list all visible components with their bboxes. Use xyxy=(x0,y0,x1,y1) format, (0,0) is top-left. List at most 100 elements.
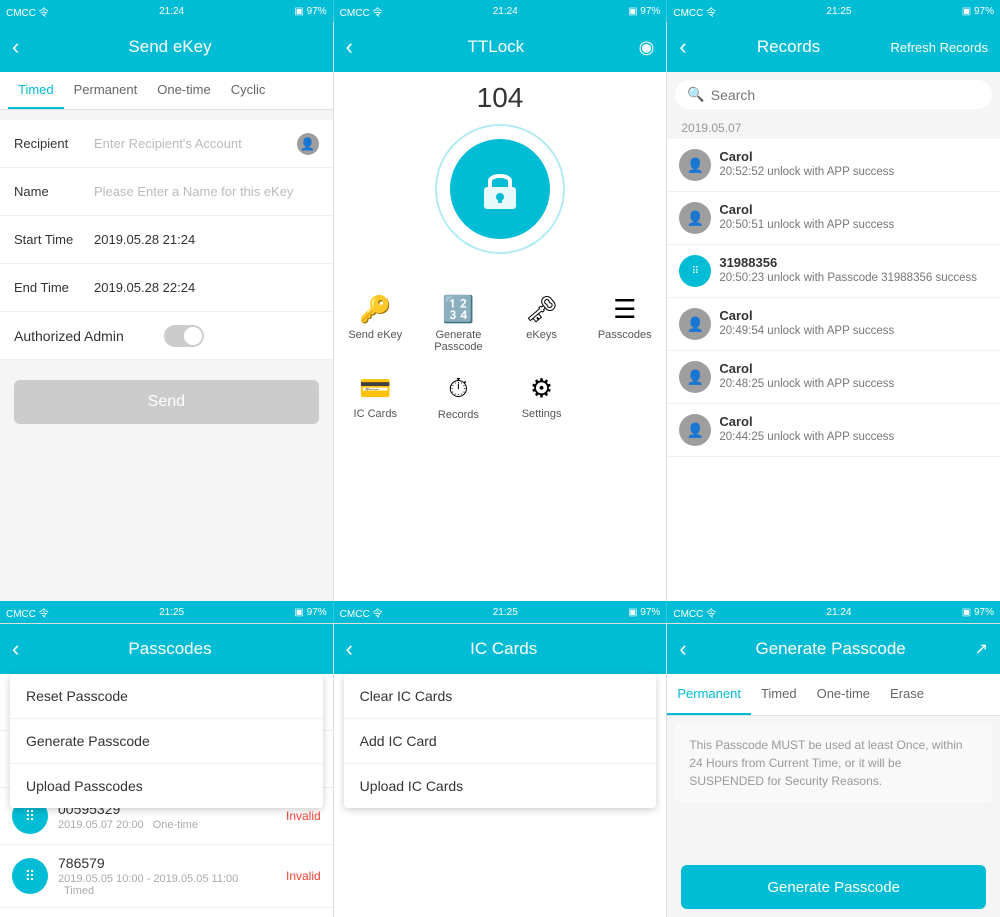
passcode-type: One-time xyxy=(153,819,198,831)
icon-passcodes-label: Passcodes xyxy=(598,329,652,341)
record-name: Carol xyxy=(719,202,894,217)
icon-ic-cards[interactable]: 💳 IC Cards xyxy=(334,363,417,431)
record-detail: 20:50:23 unlock with Passcode 31988356 s… xyxy=(719,272,977,284)
send-ekey-header: ‹ Send eKey xyxy=(0,22,333,72)
record-name: Carol xyxy=(719,361,894,376)
tab-permanent[interactable]: Permanent xyxy=(64,72,148,109)
back-button-1[interactable]: ‹ xyxy=(12,36,19,58)
record-detail: 20:52:52 unlock with APP success xyxy=(719,166,894,178)
tab-onetime[interactable]: One-time xyxy=(147,72,220,109)
tab-cyclic[interactable]: Cyclic xyxy=(221,72,276,109)
upload-passcodes-item[interactable]: Upload Passcodes xyxy=(10,764,323,808)
upload-ic-cards-item[interactable]: Upload IC Cards xyxy=(344,764,657,808)
record-item: 👤 Carol 20:48:25 unlock with APP success xyxy=(667,351,1000,404)
ttlock-header: ‹ TTLock ◉ xyxy=(334,22,667,72)
back-button-2[interactable]: ‹ xyxy=(346,36,353,58)
icon-records[interactable]: ⏱ Records xyxy=(417,363,500,431)
record-detail: 20:48:25 unlock with APP success xyxy=(719,378,894,390)
start-time-value[interactable]: 2019.05.28 21:24 xyxy=(94,232,319,247)
name-row: Name Please Enter a Name for this eKey xyxy=(0,168,333,216)
back-button-3[interactable]: ‹ xyxy=(679,36,686,58)
icon-records-label: Records xyxy=(438,409,479,421)
icon-gen-passcode-label: Generate Passcode xyxy=(423,329,494,353)
passcode-type: Timed xyxy=(64,885,94,897)
status-battery-b3: ▣ 97% xyxy=(962,607,994,618)
record-detail: 20:49:54 unlock with APP success xyxy=(719,325,894,337)
name-placeholder: Please Enter a Name for this eKey xyxy=(94,184,319,199)
gen-tab-onetime[interactable]: One-time xyxy=(807,674,880,715)
ic-cards-header: ‹ IC Cards xyxy=(334,624,667,674)
admin-row: Authorized Admin xyxy=(0,312,333,360)
passcode-meta: 2019.05.07 20:00 One-time xyxy=(58,819,276,831)
record-avatar: 👤 xyxy=(679,202,711,234)
icon-ekeys[interactable]: 🗝 eKeys xyxy=(500,284,583,363)
gen-tab-permanent[interactable]: Permanent xyxy=(667,674,751,715)
ttlock-body: 104 🔑 Send eKey 🔢 xyxy=(334,72,667,601)
share-icon[interactable]: ↗ xyxy=(975,639,988,659)
status-carrier-3: CMCC 令 xyxy=(673,4,716,19)
gen-passcode-tabs: Permanent Timed One-time Erase xyxy=(667,674,1000,716)
icon-send-ekey[interactable]: 🔑 Send eKey xyxy=(334,284,417,363)
icon-settings[interactable]: ⚙ Settings xyxy=(500,363,583,431)
end-time-value[interactable]: 2019.05.28 22:24 xyxy=(94,280,319,295)
record-name: Carol xyxy=(719,149,894,164)
passcode-status: Invalid xyxy=(286,869,321,883)
profile-icon[interactable]: ◉ xyxy=(639,37,655,58)
ttlock-title: TTLock xyxy=(353,37,639,57)
gen-tab-erase[interactable]: Erase xyxy=(880,674,934,715)
icon-settings-label: Settings xyxy=(522,408,562,420)
record-avatar: 👤 xyxy=(679,308,711,340)
end-time-row: End Time 2019.05.28 22:24 xyxy=(0,264,333,312)
back-button-b2[interactable]: ‹ xyxy=(346,638,353,660)
send-button[interactable]: Send xyxy=(14,380,319,424)
record-avatar-passcode: ⠿ xyxy=(679,255,711,287)
reset-passcode-item[interactable]: Reset Passcode xyxy=(10,674,323,719)
records-title: Records xyxy=(687,37,891,57)
recipient-input[interactable] xyxy=(94,136,297,151)
admin-label: Authorized Admin xyxy=(14,328,164,344)
record-name: Carol xyxy=(719,308,894,323)
gen-passcode-notice: This Passcode MUST be used at least Once… xyxy=(675,724,992,802)
record-detail: 20:44:25 unlock with APP success xyxy=(719,431,894,443)
back-button-b1[interactable]: ‹ xyxy=(12,638,19,660)
search-input[interactable] xyxy=(711,87,980,103)
status-battery-b2: ▣ 97% xyxy=(628,607,660,618)
record-item: 👤 Carol 20:49:54 unlock with APP success xyxy=(667,298,1000,351)
status-carrier-2: CMCC 令 xyxy=(340,4,383,19)
status-battery-b1: ▣ 97% xyxy=(294,607,326,618)
passcodes-title: Passcodes xyxy=(19,639,320,659)
icon-passcodes[interactable]: ☰ Passcodes xyxy=(583,284,666,363)
clear-ic-cards-item[interactable]: Clear IC Cards xyxy=(344,674,657,719)
gen-tab-timed[interactable]: Timed xyxy=(751,674,807,715)
passcode-status: Invalid xyxy=(286,809,321,823)
icon-ic-cards-label: IC Cards xyxy=(354,408,397,420)
record-avatar: 👤 xyxy=(679,361,711,393)
ic-dropdown: Clear IC Cards Add IC Card Upload IC Car… xyxy=(344,674,657,808)
lock-circle[interactable] xyxy=(435,124,565,254)
status-time-1: 21:24 xyxy=(159,6,184,17)
icon-generate-passcode[interactable]: 🔢 Generate Passcode xyxy=(417,284,500,363)
back-button-b3[interactable]: ‹ xyxy=(679,638,686,660)
status-carrier-b1: CMCC 令 xyxy=(6,605,49,620)
refresh-records-button[interactable]: Refresh Records xyxy=(890,40,988,55)
ttlock-icon-grid: 🔑 Send eKey 🔢 Generate Passcode 🗝 eKeys … xyxy=(334,274,667,441)
record-avatar: 👤 xyxy=(679,414,711,446)
status-carrier-b3: CMCC 令 xyxy=(673,605,716,620)
generate-passcode-item[interactable]: Generate Passcode xyxy=(10,719,323,764)
generate-passcode-button[interactable]: Generate Passcode xyxy=(681,865,986,909)
status-time-3: 21:25 xyxy=(826,6,851,17)
records-list: 👤 Carol 20:52:52 unlock with APP success… xyxy=(667,139,1000,601)
status-battery-1: ▣ 97% xyxy=(294,6,326,17)
status-carrier-b2: CMCC 令 xyxy=(340,605,383,620)
contact-icon[interactable]: 👤 xyxy=(297,133,319,155)
passcodes-header: ‹ Passcodes xyxy=(0,624,333,674)
tab-timed[interactable]: Timed xyxy=(8,72,64,109)
status-time-b1: 21:25 xyxy=(159,607,184,618)
icon-ekeys-label: eKeys xyxy=(526,329,557,341)
admin-toggle[interactable] xyxy=(164,325,204,347)
records-header: ‹ Records Refresh Records xyxy=(667,22,1000,72)
add-ic-card-item[interactable]: Add IC Card xyxy=(344,719,657,764)
send-ekey-title: Send eKey xyxy=(19,37,320,57)
search-icon: 🔍 xyxy=(687,86,704,103)
status-carrier-1: CMCC 令 xyxy=(6,4,49,19)
